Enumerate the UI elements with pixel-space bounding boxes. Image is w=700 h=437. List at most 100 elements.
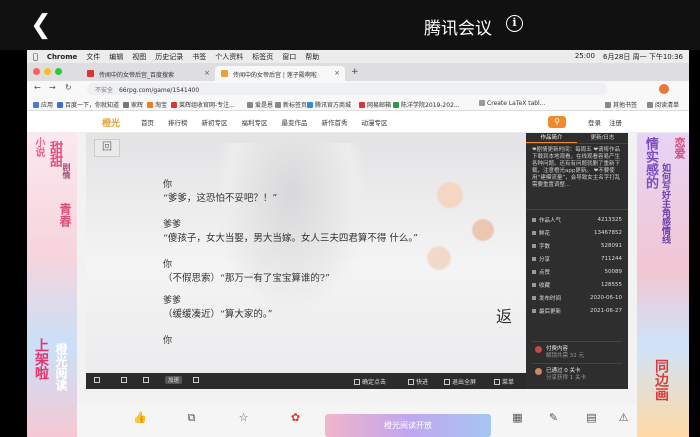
shared-screen:  Chrome 文件 编辑 视图 历史记录 书签 个人资料 标签页 窗口 帮助… — [27, 50, 689, 437]
menu-edit[interactable]: 编辑 — [109, 52, 123, 62]
promo-banner[interactable]: 橙光阅读开放 — [325, 414, 491, 437]
nav-anime[interactable]: 动漫专区 — [362, 117, 388, 127]
menu-view[interactable]: 视图 — [132, 52, 146, 62]
bookmark-other[interactable]: 其他书签 — [605, 100, 637, 109]
close-tab-icon[interactable]: × — [204, 69, 210, 77]
dialogue-block: 你 （不假思索）“那万一有了宝宝算谁的?” — [163, 257, 330, 284]
tab-label: 传闻中的女帝后宫_百度搜索 — [99, 72, 175, 79]
timer-readout: 25:00 — [574, 52, 596, 60]
nav-ranking[interactable]: 排行榜 — [168, 117, 188, 127]
new-tab-icon[interactable]: + — [351, 67, 359, 77]
menu-history[interactable]: 历史记录 — [155, 52, 183, 62]
profile-avatar[interactable] — [659, 84, 669, 94]
stat-row: 鲜花 13467852 — [532, 226, 622, 239]
bookmark-apps[interactable]: 应用 — [33, 100, 53, 109]
star-icon[interactable]: ☆ — [237, 411, 250, 424]
login-link[interactable]: 登录 — [588, 117, 601, 127]
menu-profile[interactable]: 个人资料 — [215, 52, 243, 62]
bookmark-aishien[interactable]: 爱是恩 — [247, 100, 273, 109]
nav-works[interactable]: 最变作品 — [282, 117, 308, 127]
site-header: 橙光 首页 排行榜 新初专区 福利专区 最变作品 新作首秀 动漫专区 ⚲ 登录 … — [27, 111, 689, 133]
browser-tab-search[interactable]: 传闻中的女帝后宫_百度搜索 × — [81, 66, 215, 81]
chevron-left-icon[interactable]: ❮ — [30, 10, 52, 40]
like-icon[interactable]: 👍 — [133, 411, 147, 424]
nav-home[interactable]: 首页 — [141, 117, 154, 127]
tab-intro[interactable]: 作品简介 — [526, 133, 577, 143]
apple-icon[interactable]:  — [33, 52, 38, 61]
level-progress-button[interactable]: 已通过 0 关卡 分享获得 1 关卡 — [532, 363, 622, 381]
bookmark-netease-mail[interactable]: 网易邮箱 — [359, 100, 391, 109]
dialogue-block: 你 “爹爹，这恐怕不妥吧？！” — [163, 177, 277, 204]
nav-new[interactable]: 新初专区 — [202, 117, 228, 127]
tab-label: 传闻中的女帝后宫 | 莲子殿啊啦 — [233, 72, 317, 79]
speed-button[interactable]: 加速 — [165, 376, 183, 384]
history-button[interactable]: 回 — [94, 139, 120, 157]
insecure-label: 不安全 — [95, 87, 114, 94]
dialogue-block: 爹爹 （缓缓凑近）“算大家的。” — [163, 293, 272, 320]
browser-tab-game[interactable]: 传闻中的女帝后宫 | 莲子殿啊啦 × — [215, 66, 345, 81]
nav-debut[interactable]: 新作首秀 — [322, 117, 348, 127]
bookmark-reading-list[interactable]: 阅读清单 — [647, 100, 679, 109]
panel-tabs: 作品简介 更新/日志 — [526, 133, 628, 144]
game-canvas[interactable]: 回 你 “爹爹，这恐怕不妥吧？！” 爹爹 “傻孩子，女大当娶，男大当嫁。女人三夫… — [86, 133, 526, 373]
close-tab-icon[interactable]: × — [334, 69, 340, 77]
nav-welfare[interactable]: 福利专区 — [242, 117, 268, 127]
dialogue-line: （缓缓凑近）“算大家的。” — [163, 309, 273, 320]
screenshot-icon[interactable] — [121, 377, 129, 384]
bookmark-official[interactable]: 莱辉组收官网-专注... — [171, 100, 235, 109]
minimize-window-icon[interactable] — [44, 68, 51, 75]
document-icon[interactable]: ▤ — [585, 411, 598, 424]
exit-fullscreen-button[interactable]: 退出全屏 — [444, 377, 476, 386]
share-icon[interactable]: ⧉ — [185, 411, 198, 424]
site-favicon-icon — [221, 70, 228, 77]
maximize-window-icon[interactable] — [55, 68, 62, 75]
fullscreen-icon[interactable] — [94, 377, 102, 384]
ad-text: 情实感的 — [643, 137, 658, 189]
fast-forward-button[interactable]: 快进 — [408, 377, 428, 386]
mute-icon[interactable] — [143, 377, 151, 384]
corner-mark: 返 — [496, 307, 513, 326]
url-field[interactable]: 不安全 66rpg.com/game/1541400 — [87, 83, 607, 95]
stat-row: 字数 528091 — [532, 239, 622, 252]
flower-icon[interactable]: ✿ — [289, 411, 302, 424]
bookmark-newtab[interactable]: 新标签页 — [275, 100, 307, 109]
ad-text: 如何写好主角感情线 — [660, 163, 670, 244]
site-logo[interactable]: 橙光 — [102, 116, 120, 129]
left-ad-banner[interactable]: 小说 甜甜 剧情 青春 上架啦 橙光阅读 — [27, 133, 77, 437]
paid-content-button[interactable]: 付费内容 解锁共需 32 元 — [532, 341, 622, 359]
forward-icon[interactable]: → — [49, 83, 56, 92]
bookmark-jiahui[interactable]: 家辉 — [123, 100, 143, 109]
edit-icon[interactable]: ✎ — [547, 411, 560, 424]
qr-code-icon[interactable]: ▦ — [511, 411, 524, 424]
menu-tabs[interactable]: 标签页 — [252, 52, 273, 62]
bookmark-academy[interactable]: 陈洋学院2019-202... — [393, 100, 460, 109]
lock-icon — [535, 346, 542, 353]
menu-chrome[interactable]: Chrome — [47, 53, 77, 61]
menu-window[interactable]: 窗口 — [282, 52, 296, 62]
bookmark-latex[interactable]: Create LaTeX tabl... — [479, 100, 545, 107]
ad-text: 小说 — [33, 137, 44, 157]
tab-updates[interactable]: 更新/日志 — [577, 133, 628, 143]
register-link[interactable]: 注册 — [609, 117, 622, 127]
bookmark-taobao[interactable]: 淘宝 — [147, 100, 167, 109]
ad-text: 剧情 — [62, 163, 71, 179]
search-icon[interactable]: ⚲ — [548, 116, 566, 128]
bookmark-tencent-store[interactable]: 腾讯官方商城 — [307, 100, 351, 109]
ad-text: 同边画 — [653, 359, 669, 401]
close-window-icon[interactable] — [33, 68, 40, 75]
stat-row: 点赞 50089 — [532, 265, 622, 278]
dialogue-block: 你 — [163, 333, 172, 346]
reload-icon[interactable]: ↻ — [65, 83, 72, 92]
right-ad-banner[interactable]: 情实感的 如何写好主角感情线 恋爱 同边画 — [637, 133, 689, 437]
menu-file[interactable]: 文件 — [86, 52, 100, 62]
notice-text: ❤剧情更新时间：每周五 ❤请将作品下载到本地观看，在线观看容易产生各种问题。还有… — [526, 144, 628, 210]
bookmark-baidu[interactable]: 百度一下，你就知道 — [57, 100, 119, 109]
info-icon[interactable]: i — [506, 15, 523, 32]
menu-help[interactable]: 帮助 — [305, 52, 319, 62]
confirm-click-button[interactable]: 确定点击 — [354, 377, 386, 386]
gamepad-icon[interactable] — [193, 377, 201, 384]
menu-bookmarks[interactable]: 书签 — [192, 52, 206, 62]
back-icon[interactable]: ← — [34, 83, 41, 92]
menu-button[interactable]: 菜单 — [494, 377, 514, 386]
warning-icon[interactable]: ⚠ — [617, 411, 630, 424]
